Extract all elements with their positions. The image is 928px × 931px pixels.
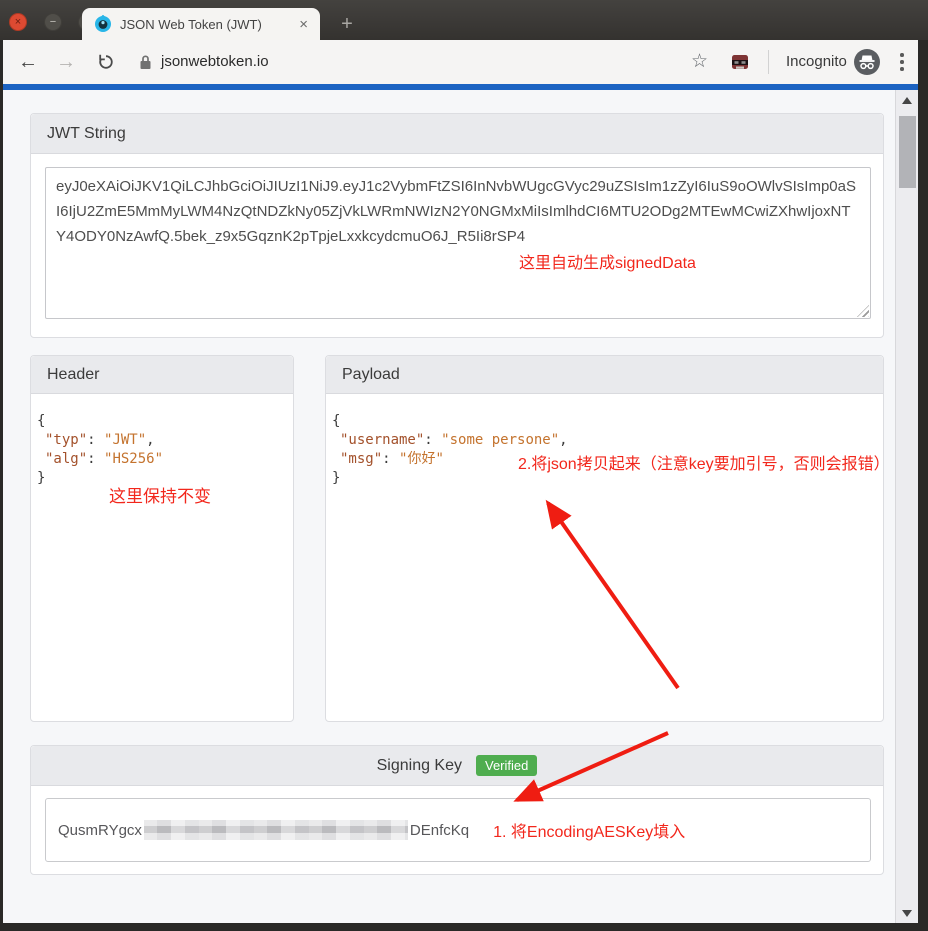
tab-close-icon[interactable]: × [297, 16, 310, 33]
header-panel-title: Header [31, 356, 293, 394]
incognito-badge-icon [854, 49, 880, 80]
jwt-annotation: 这里自动生成signedData [519, 255, 696, 272]
window-minimize-button[interactable]: − [44, 13, 62, 31]
scrollbar-down-icon[interactable] [896, 905, 918, 921]
toolbar-separator [768, 50, 769, 74]
browser-tab[interactable]: JSON Web Token (JWT) × [82, 8, 320, 40]
signing-key-suffix: DEnfcKq [409, 821, 470, 839]
tab-title: JSON Web Token (JWT) [120, 16, 262, 32]
browser-toolbar: ← → jsonwebtoken.io ☆ Incognito [3, 40, 918, 84]
page-scrollbar[interactable] [895, 90, 918, 923]
reload-icon[interactable] [91, 40, 121, 84]
payload-annotation: 2.将json拷贝起来（注意key要加引号，否则会报错） [518, 456, 890, 473]
titlebar: × − JSON Web Token (JWT) × + [0, 0, 928, 40]
extension-icon[interactable] [730, 52, 750, 77]
payload-panel: Payload { "username": "some persone", "m… [325, 355, 890, 722]
address-bar[interactable]: jsonwebtoken.io [161, 40, 269, 84]
signing-key-input[interactable]: QusmRYgcx DEnfcKq 1. 将EncodingAESKey填入 [45, 798, 871, 862]
jwt-favicon-icon [95, 15, 111, 32]
header-annotation: 这里保持不变 [109, 487, 211, 506]
back-icon[interactable]: ← [13, 40, 43, 84]
jwt-token-textarea[interactable]: eyJ0eXAiOiJKV1QiLCJhbGciOiJIUzI1NiJ9.eyJ… [45, 167, 871, 319]
incognito-label: Incognito [786, 53, 847, 70]
signing-key-panel: Signing Key Verified QusmRYgcx DEnfcKq 1… [30, 745, 884, 875]
forward-icon[interactable]: → [51, 40, 81, 84]
bookmark-star-icon[interactable]: ☆ [691, 40, 708, 84]
scrollbar-thumb[interactable] [899, 116, 916, 188]
lock-icon [139, 54, 152, 75]
blurred-key-segment [143, 820, 408, 840]
new-tab-button[interactable]: + [334, 12, 360, 36]
menu-dots-icon[interactable] [900, 53, 904, 74]
jwt-string-panel-title: JWT String [31, 114, 883, 154]
scrollbar-up-icon[interactable] [896, 92, 918, 108]
jwt-string-panel: JWT String eyJ0eXAiOiJKV1QiLCJhbGciOiJIU… [30, 113, 884, 338]
header-panel: Header { "typ": "JWT", "alg": "HS256" } … [30, 355, 294, 722]
window-close-button[interactable]: × [9, 13, 27, 31]
payload-panel-title: Payload [326, 356, 883, 394]
verified-badge: Verified [476, 755, 538, 776]
signing-key-prefix: QusmRYgcx [58, 821, 142, 839]
signing-key-annotation: 1. 将EncodingAESKey填入 [493, 824, 686, 841]
header-json-editor[interactable]: { "typ": "JWT", "alg": "HS256" } [31, 394, 293, 488]
signing-key-title: Signing Key [376, 756, 462, 774]
